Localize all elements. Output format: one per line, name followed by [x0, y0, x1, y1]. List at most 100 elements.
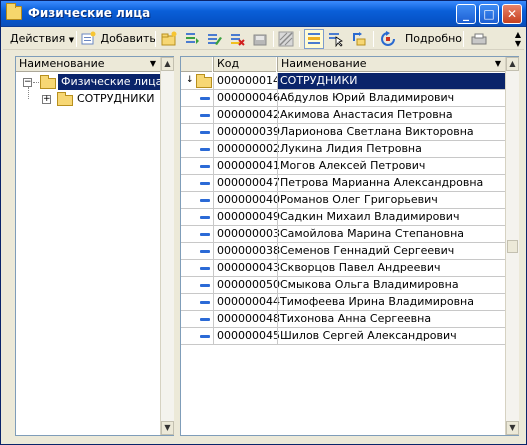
- title-bar[interactable]: Физические лица _ □ ✕: [1, 1, 526, 27]
- code-cell: 000000014: [213, 73, 280, 89]
- name-column-header[interactable]: Наименование ▼: [277, 57, 505, 72]
- list-scrollbar[interactable]: ▲ ▼: [505, 57, 519, 435]
- item-icon: [200, 301, 210, 304]
- expand-icon[interactable]: +: [42, 95, 51, 104]
- table-row[interactable]: 000000046 Абдулов Юрий Владимирович: [181, 90, 505, 107]
- table-row[interactable]: 000000039 Ларионова Светлана Викторовна: [181, 124, 505, 141]
- toolbar-separator: [463, 31, 464, 47]
- name-cell: Тихонова Анна Сергеевна: [277, 311, 505, 327]
- toolbar-separator: [373, 31, 374, 47]
- toolbar-separator: [273, 31, 274, 47]
- item-icon: [200, 216, 210, 219]
- table-row[interactable]: 000000047 Петрова Марианна Александровна: [181, 175, 505, 192]
- item-icon: [200, 318, 210, 321]
- code-cell: 000000039: [213, 124, 280, 140]
- copy-icon[interactable]: [184, 31, 200, 47]
- code-column-header[interactable]: Код: [213, 57, 276, 72]
- details-button[interactable]: Подробно: [405, 30, 462, 48]
- name-cell: СОТРУДНИКИ: [277, 73, 505, 89]
- folder-icon: [196, 74, 212, 88]
- tree-header-label: Наименование: [19, 57, 105, 70]
- table-row[interactable]: 000000041 Могов Алексей Петрович: [181, 158, 505, 175]
- item-icon: [200, 250, 210, 253]
- code-cell: 000000003: [213, 226, 280, 242]
- item-icon: [200, 165, 210, 168]
- minimize-button[interactable]: _: [456, 4, 476, 24]
- chevron-down-icon: ▼: [68, 36, 75, 44]
- sort-icon: ▼: [494, 59, 501, 68]
- name-cell: Романов Олег Григорьевич: [277, 192, 505, 208]
- level-up-icon[interactable]: [351, 31, 367, 47]
- folder-icon: [57, 92, 73, 106]
- table-row[interactable]: 000000002 Лукина Лидия Петровна: [181, 141, 505, 158]
- name-cell: Смыкова Ольга Владимировна: [277, 277, 505, 293]
- code-cell: 000000002: [213, 141, 280, 157]
- actions-menu[interactable]: Действия ▼: [10, 30, 74, 48]
- table-row[interactable]: 000000049 Садкин Михаил Владимирович: [181, 209, 505, 226]
- table-row[interactable]: 000000050 Смыкова Ольга Владимировна: [181, 277, 505, 294]
- code-cell: 000000042: [213, 107, 280, 123]
- add-folder-icon[interactable]: [161, 31, 177, 47]
- select-cursor-icon[interactable]: [328, 31, 344, 47]
- item-icon: [200, 233, 210, 236]
- table-row[interactable]: 000000048 Тихонова Анна Сергеевна: [181, 311, 505, 328]
- add-button[interactable]: Добавить: [81, 30, 156, 48]
- name-header-label: Наименование: [281, 57, 367, 70]
- code-cell: 000000044: [213, 294, 280, 310]
- window-title: Физические лица: [28, 6, 151, 20]
- hierarchy-toggle-button[interactable]: [304, 29, 324, 49]
- save-icon[interactable]: [252, 31, 268, 47]
- hierarchy-icon: [308, 33, 320, 44]
- toolbar-overflow-icon[interactable]: ▲ ▼: [515, 30, 521, 48]
- folder-icon: [6, 3, 22, 20]
- table-row[interactable]: 000000045 Шилов Сергей Александрович: [181, 328, 505, 345]
- item-icon: [200, 131, 210, 134]
- name-cell: Акимова Анастасия Петровна: [277, 107, 505, 123]
- name-cell: Шилов Сергей Александрович: [277, 328, 505, 344]
- maximize-button[interactable]: □: [479, 4, 499, 24]
- toolbar-separator: [76, 31, 77, 47]
- scroll-up-icon[interactable]: ▲: [161, 57, 174, 71]
- name-cell: Семенов Геннадий Сергеевич: [277, 243, 505, 259]
- item-icon: [200, 114, 210, 117]
- scroll-down-icon[interactable]: ▼: [161, 421, 174, 435]
- name-cell: Абдулов Юрий Владимирович: [277, 90, 505, 106]
- table-row[interactable]: 000000003 Самойлова Марина Степановна: [181, 226, 505, 243]
- table-row[interactable]: 000000043 Скворцов Павел Андреевич: [181, 260, 505, 277]
- item-icon: [200, 267, 210, 270]
- code-header-label: Код: [217, 57, 240, 70]
- code-cell: 000000043: [213, 260, 280, 276]
- toolbar: Действия ▼ Добавить Подробно ▲ ▼: [3, 28, 524, 50]
- scroll-down-icon[interactable]: ▼: [506, 421, 519, 435]
- code-cell: 000000040: [213, 192, 280, 208]
- item-icon: [200, 284, 210, 287]
- tree-scrollbar[interactable]: ▲ ▼: [160, 57, 174, 435]
- delete-mark-icon[interactable]: [229, 31, 245, 47]
- tree-node-employees-label: СОТРУДНИКИ: [77, 92, 155, 105]
- collapse-icon[interactable]: −: [23, 78, 32, 87]
- edit-icon[interactable]: [206, 31, 222, 47]
- name-cell: Скворцов Павел Андреевич: [277, 260, 505, 276]
- table-row[interactable]: 000000042 Акимова Анастасия Петровна: [181, 107, 505, 124]
- tree-panel: Наименование ▼ − Физические лица + СОТРУ…: [15, 56, 174, 436]
- add-icon: [81, 31, 96, 45]
- item-icon: [200, 148, 210, 151]
- table-row[interactable]: 000000044 Тимофеева Ирина Владимировна: [181, 294, 505, 311]
- table-row[interactable]: ↓ 000000014 СОТРУДНИКИ: [181, 73, 505, 90]
- name-cell: Могов Алексей Петрович: [277, 158, 505, 174]
- table-row[interactable]: 000000038 Семенов Геннадий Сергеевич: [181, 243, 505, 260]
- list-panel: Код Наименование ▼ ↓ 000000014 СОТРУДНИК…: [180, 56, 519, 436]
- window: Физические лица _ □ ✕ Действия ▼ Добавит…: [0, 0, 527, 445]
- code-cell: 000000045: [213, 328, 280, 344]
- table-row[interactable]: 000000040 Романов Олег Григорьевич: [181, 192, 505, 209]
- icon-column-header[interactable]: [181, 57, 212, 72]
- scroll-up-icon[interactable]: ▲: [506, 57, 519, 71]
- filter-off-icon[interactable]: [278, 31, 294, 47]
- close-button[interactable]: ✕: [502, 4, 522, 24]
- tree-column-header[interactable]: Наименование ▼: [16, 57, 160, 72]
- arrow-down-icon: ↓: [186, 75, 194, 85]
- scroll-thumb[interactable]: [507, 240, 518, 253]
- name-cell: Тимофеева Ирина Владимировна: [277, 294, 505, 310]
- print-icon[interactable]: [471, 31, 487, 47]
- refresh-icon[interactable]: [380, 31, 396, 47]
